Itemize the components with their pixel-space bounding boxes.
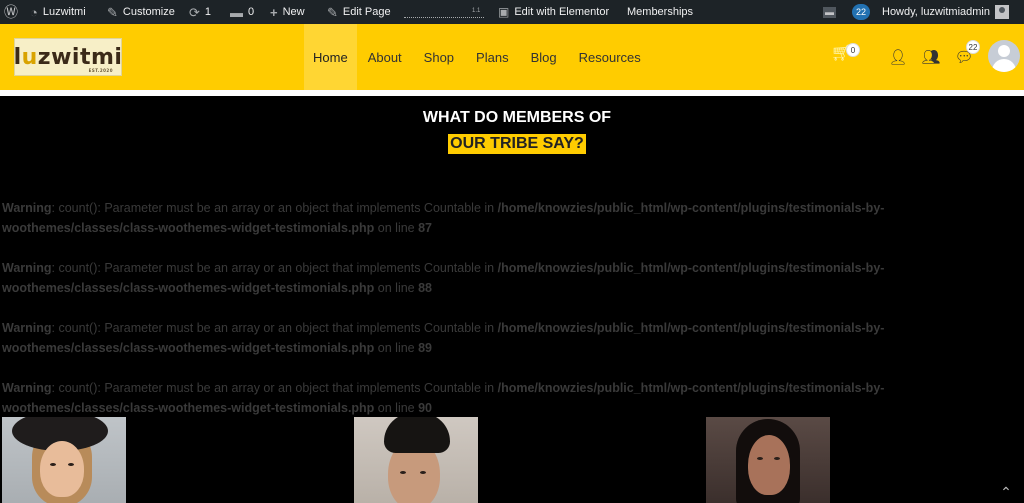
wordpress-icon: Ⓦ: [4, 4, 18, 20]
new-content-link[interactable]: + New: [270, 0, 305, 24]
heading-line-2: OUR TRIBE SAY?: [448, 134, 586, 154]
warning-label: Warning: [2, 321, 52, 335]
warning-on-line: on line: [374, 221, 419, 235]
edit-page-label: Edit Page: [342, 6, 391, 18]
warning-label: Warning: [2, 261, 52, 275]
dots-label: 1.1: [472, 8, 481, 14]
testimonial-photo: [2, 417, 126, 503]
warning-label: Warning: [2, 381, 52, 395]
warning-line-number: 87: [418, 221, 433, 235]
user-avatar[interactable]: [988, 40, 1020, 72]
refresh-icon: ⟳: [189, 4, 200, 20]
scroll-to-top-button[interactable]: ⌃: [998, 484, 1014, 500]
testimonial-photo: [354, 417, 478, 503]
header-divider: [0, 90, 1024, 96]
edit-page-link[interactable]: ✎ Edit Page: [327, 0, 391, 24]
warning-line-number: 88: [418, 281, 433, 295]
warning-line-number: 89: [418, 341, 433, 355]
heading-line-1: WHAT DO MEMBERS OF: [422, 109, 612, 126]
notes-link[interactable]: ▬: [823, 0, 841, 24]
pencil-icon: ✎: [327, 4, 338, 20]
warning-on-line: on line: [374, 281, 419, 295]
warning-message: : count(): Parameter must be an array or…: [51, 261, 498, 275]
dashboard-icon: ◔: [30, 4, 38, 20]
elementor-icon: ▣: [498, 5, 510, 19]
photo-eye: [757, 457, 763, 460]
profile-button[interactable]: 👤︎: [887, 46, 909, 68]
site-header: luzwitmi EST.2020 Home About Shop Plans …: [0, 24, 1024, 90]
site-name-link[interactable]: ◔ Luzwitmi: [30, 0, 86, 24]
comments-count: 0: [248, 6, 255, 18]
customize-label: Customize: [122, 6, 175, 18]
warning-message: : count(): Parameter must be an array or…: [51, 201, 498, 215]
main-nav: Home About Shop Plans Blog Resources: [304, 24, 652, 90]
nav-item-home[interactable]: Home: [304, 24, 357, 90]
php-warning: Warning: count(): Parameter must be an a…: [2, 318, 917, 358]
nav-item-plans[interactable]: Plans: [465, 24, 520, 90]
php-warning: Warning: count(): Parameter must be an a…: [2, 198, 917, 238]
warning-on-line: on line: [374, 341, 419, 355]
php-warning: Warning: count(): Parameter must be an a…: [2, 378, 917, 418]
edit-elementor-link[interactable]: ▣ Edit with Elementor: [498, 0, 609, 24]
warning-line-number: 90: [418, 401, 433, 415]
logo-subtext: EST.2020: [88, 68, 113, 73]
nav-item-blog[interactable]: Blog: [520, 24, 568, 90]
photo-eye: [420, 471, 426, 474]
comment-icon: ▬: [823, 6, 836, 18]
photo-eye: [50, 463, 56, 466]
cart-button[interactable]: 🛒︎ 0: [830, 42, 860, 64]
section-heading: WHAT DO MEMBERS OF OUR TRIBE SAY?: [0, 108, 1024, 154]
php-warning: Warning: count(): Parameter must be an a…: [2, 258, 917, 298]
memberships-link[interactable]: Memberships: [627, 0, 693, 24]
site-logo[interactable]: luzwitmi EST.2020: [14, 38, 122, 76]
account-menu[interactable]: Howdy, luzwitmiadmin: [882, 0, 1009, 24]
new-label: New: [282, 6, 305, 18]
photo-face: [748, 435, 790, 495]
groups-icon: 👥︎: [921, 49, 941, 66]
updates-count: 1: [204, 6, 212, 18]
cart-count: 0: [846, 43, 860, 57]
comment-icon: ▬: [230, 4, 243, 20]
messages-count: 22: [966, 40, 980, 54]
nav-item-about[interactable]: About: [357, 24, 413, 90]
warning-message: : count(): Parameter must be an array or…: [51, 381, 498, 395]
brush-icon: ✎: [107, 4, 118, 20]
nav-item-shop[interactable]: Shop: [413, 24, 465, 90]
logo-text: luzwitmi: [13, 44, 123, 70]
site-name-label: Luzwitmi: [42, 6, 86, 18]
wordpress-menu[interactable]: Ⓦ: [4, 0, 23, 24]
edit-elementor-label: Edit with Elementor: [514, 6, 610, 18]
photo-hair: [384, 417, 450, 453]
photo-eye: [68, 463, 74, 466]
photo-eye: [400, 471, 406, 474]
updates-link[interactable]: ⟳ 1: [189, 0, 211, 24]
comments-link[interactable]: ▬ 0: [230, 0, 254, 24]
admin-avatar: [995, 5, 1009, 19]
photo-eye: [774, 457, 780, 460]
nav-item-resources[interactable]: Resources: [568, 24, 652, 90]
memberships-label: Memberships: [627, 6, 694, 18]
notifications-badge: 22: [852, 4, 871, 20]
warning-label: Warning: [2, 201, 52, 215]
chevron-up-icon: ⌃: [1000, 484, 1012, 500]
warning-on-line: on line: [374, 401, 419, 415]
customize-link[interactable]: ✎ Customize: [107, 0, 175, 24]
messages-button[interactable]: 💬︎ 22: [953, 40, 980, 68]
notifications-link[interactable]: 22: [852, 0, 871, 24]
testimonial-photo: [706, 417, 830, 503]
plus-icon: +: [270, 4, 278, 20]
admin-bar: Ⓦ ◔ Luzwitmi ✎ Customize ⟳ 1 ▬ 0 + New ✎…: [0, 0, 1024, 24]
warning-message: : count(): Parameter must be an array or…: [51, 321, 498, 335]
user-check-icon: 👤︎: [888, 49, 908, 66]
groups-button[interactable]: 👥︎: [920, 46, 942, 68]
photo-face: [40, 441, 84, 497]
howdy-label: Howdy, luzwitmiadmin: [882, 6, 990, 18]
